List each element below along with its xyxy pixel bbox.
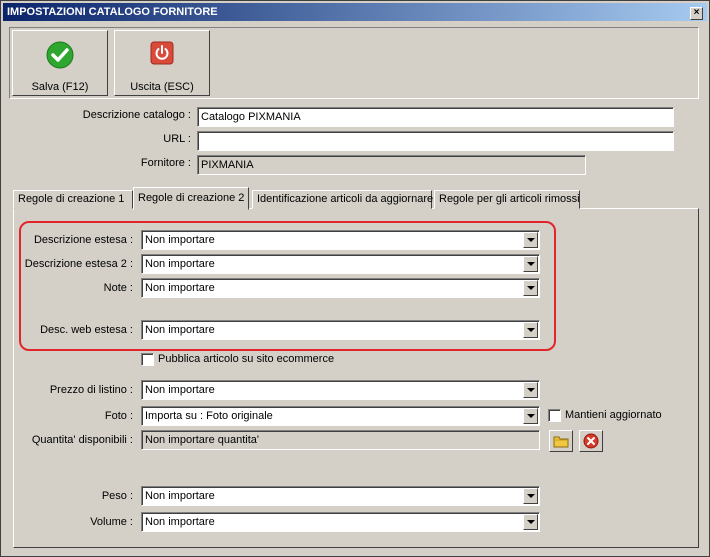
descrizione-label: Descrizione catalogo :	[82, 109, 191, 121]
exit-button[interactable]: Uscita (ESC)	[114, 30, 210, 96]
tab-regole-2[interactable]: Regole di creazione 2	[133, 187, 249, 210]
chevron-down-icon[interactable]	[523, 408, 538, 424]
pubblica-label: Pubblica articolo su sito ecommerce	[158, 353, 335, 365]
desc-web-label: Desc. web estesa :	[40, 324, 133, 336]
prezzo-value: Non importare	[145, 384, 215, 396]
mantieni-label: Mantieni aggiornato	[565, 409, 662, 421]
browse-button[interactable]	[549, 430, 573, 452]
window-title: IMPOSTAZIONI CATALOGO FORNITORE	[7, 6, 218, 18]
volume-select[interactable]: Non importare	[141, 512, 540, 532]
tab-regole-1[interactable]: Regole di creazione 1	[13, 190, 133, 209]
desc-web-select[interactable]: Non importare	[141, 320, 540, 340]
foto-label: Foto :	[104, 410, 133, 422]
volume-value: Non importare	[145, 516, 215, 528]
prezzo-select[interactable]: Non importare	[141, 380, 540, 400]
title-bar: IMPOSTAZIONI CATALOGO FORNITORE ×	[3, 3, 707, 21]
power-icon	[150, 41, 174, 65]
checkmark-icon	[46, 41, 74, 69]
volume-label: Volume :	[90, 516, 133, 528]
mantieni-checkbox[interactable]	[548, 409, 561, 422]
exit-label: Uscita (ESC)	[130, 81, 194, 93]
quantita-label: Quantita' disponibili :	[31, 434, 133, 446]
desc-web-value: Non importare	[145, 324, 215, 336]
quantita-field: Non importare quantita'	[141, 430, 540, 450]
clear-button[interactable]	[579, 430, 603, 452]
delete-icon	[583, 433, 599, 449]
chevron-down-icon[interactable]	[523, 256, 538, 272]
note-label: Note :	[103, 282, 133, 294]
save-button[interactable]: Salva (F12)	[12, 30, 108, 96]
chevron-down-icon[interactable]	[523, 322, 538, 338]
descrizione-catalogo-input[interactable]: Catalogo PIXMANIA	[197, 107, 674, 127]
desc-estesa-value: Non importare	[145, 234, 215, 246]
desc-estesa-label: Descrizione estesa :	[33, 234, 133, 246]
settings-window: IMPOSTAZIONI CATALOGO FORNITORE × Salva …	[0, 0, 710, 557]
foto-value: Importa su : Foto originale	[145, 410, 273, 422]
pubblica-checkbox[interactable]	[141, 353, 154, 366]
chevron-down-icon[interactable]	[523, 280, 538, 296]
note-select[interactable]: Non importare	[141, 278, 540, 298]
foto-select[interactable]: Importa su : Foto originale	[141, 406, 540, 426]
peso-value: Non importare	[145, 490, 215, 502]
url-input[interactable]	[197, 131, 674, 151]
chevron-down-icon[interactable]	[523, 514, 538, 530]
desc-estesa2-select[interactable]: Non importare	[141, 254, 540, 274]
chevron-down-icon[interactable]	[523, 232, 538, 248]
save-label: Salva (F12)	[31, 81, 89, 93]
fornitore-field: PIXMANIA	[197, 155, 586, 175]
note-value: Non importare	[145, 282, 215, 294]
toolbar: Salva (F12) Uscita (ESC)	[9, 27, 699, 99]
desc-estesa2-label: Descrizione estesa 2 :	[24, 258, 133, 270]
prezzo-label: Prezzo di listino :	[49, 384, 133, 396]
tab-identificazione[interactable]: Identificazione articoli da aggiornare	[252, 190, 433, 209]
close-button[interactable]: ×	[690, 7, 703, 20]
tab-articoli-rimossi[interactable]: Regole per gli articoli rimossi	[434, 190, 580, 209]
fornitore-label: Fornitore :	[140, 157, 191, 169]
desc-estesa2-value: Non importare	[145, 258, 215, 270]
url-label: URL :	[163, 133, 191, 145]
desc-estesa-select[interactable]: Non importare	[141, 230, 540, 250]
chevron-down-icon[interactable]	[523, 488, 538, 504]
chevron-down-icon[interactable]	[523, 382, 538, 398]
folder-icon	[553, 436, 569, 448]
peso-label: Peso :	[101, 490, 133, 502]
peso-select[interactable]: Non importare	[141, 486, 540, 506]
